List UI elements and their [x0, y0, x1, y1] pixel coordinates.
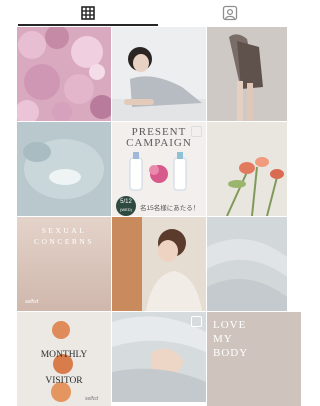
campaign-title: PRESENT CAMPAIGN [126, 126, 192, 149]
post-blurred-blue[interactable] [17, 122, 111, 216]
abstract-photo [17, 122, 111, 216]
campaign-count-text: 名15名様にあたる！ [140, 205, 200, 212]
active-tab-indicator [18, 24, 158, 26]
love-my-body-text: LOVE MY BODY [213, 319, 249, 359]
tagged-person-icon [222, 5, 238, 21]
post-fabric[interactable] [207, 217, 301, 311]
fabric-photo [207, 217, 287, 311]
post-hands-sheets[interactable] [112, 312, 206, 406]
signature-text: selfcd [85, 396, 99, 402]
products-image [129, 152, 187, 191]
sexual-concerns-text: SEXUAL CONCERNS [33, 226, 94, 246]
post-sexual-concerns[interactable]: SEXUAL CONCERNS selfcd [17, 217, 111, 311]
date-badge: 5/12 (WED) [116, 196, 136, 216]
blossom-photo [17, 27, 111, 121]
signature-text: selfcd [25, 299, 39, 305]
monthly-visitor-text: MONTHLY VISITOR [40, 350, 88, 386]
tab-posts-grid[interactable] [18, 0, 158, 26]
post-tulips[interactable] [207, 122, 301, 216]
standing-photo [207, 27, 287, 121]
tab-tagged[interactable] [160, 0, 300, 26]
post-pink-blossoms[interactable] [17, 27, 111, 121]
portrait-photo [112, 27, 206, 121]
post-woman-lying[interactable] [112, 27, 206, 121]
grid-icon [81, 6, 95, 20]
post-monthly-visitor[interactable]: MONTHLY VISITOR selfcd [17, 312, 111, 406]
flowers-photo [207, 122, 287, 216]
multiple-images-icon [191, 126, 202, 137]
post-woman-smiling[interactable] [112, 217, 206, 311]
smiling-photo [112, 217, 206, 311]
posts-grid: PRESENT CAMPAIGN 5/12 (WED) 名15名様にあたる！ S… [17, 27, 301, 406]
post-present-campaign[interactable]: PRESENT CAMPAIGN 5/12 (WED) 名15名様にあたる！ [112, 122, 206, 216]
post-love-my-body[interactable]: LOVE MY BODY [207, 312, 301, 406]
profile-tab-bar [0, 0, 287, 26]
post-woman-standing[interactable] [207, 27, 301, 121]
multiple-images-icon [191, 316, 202, 327]
